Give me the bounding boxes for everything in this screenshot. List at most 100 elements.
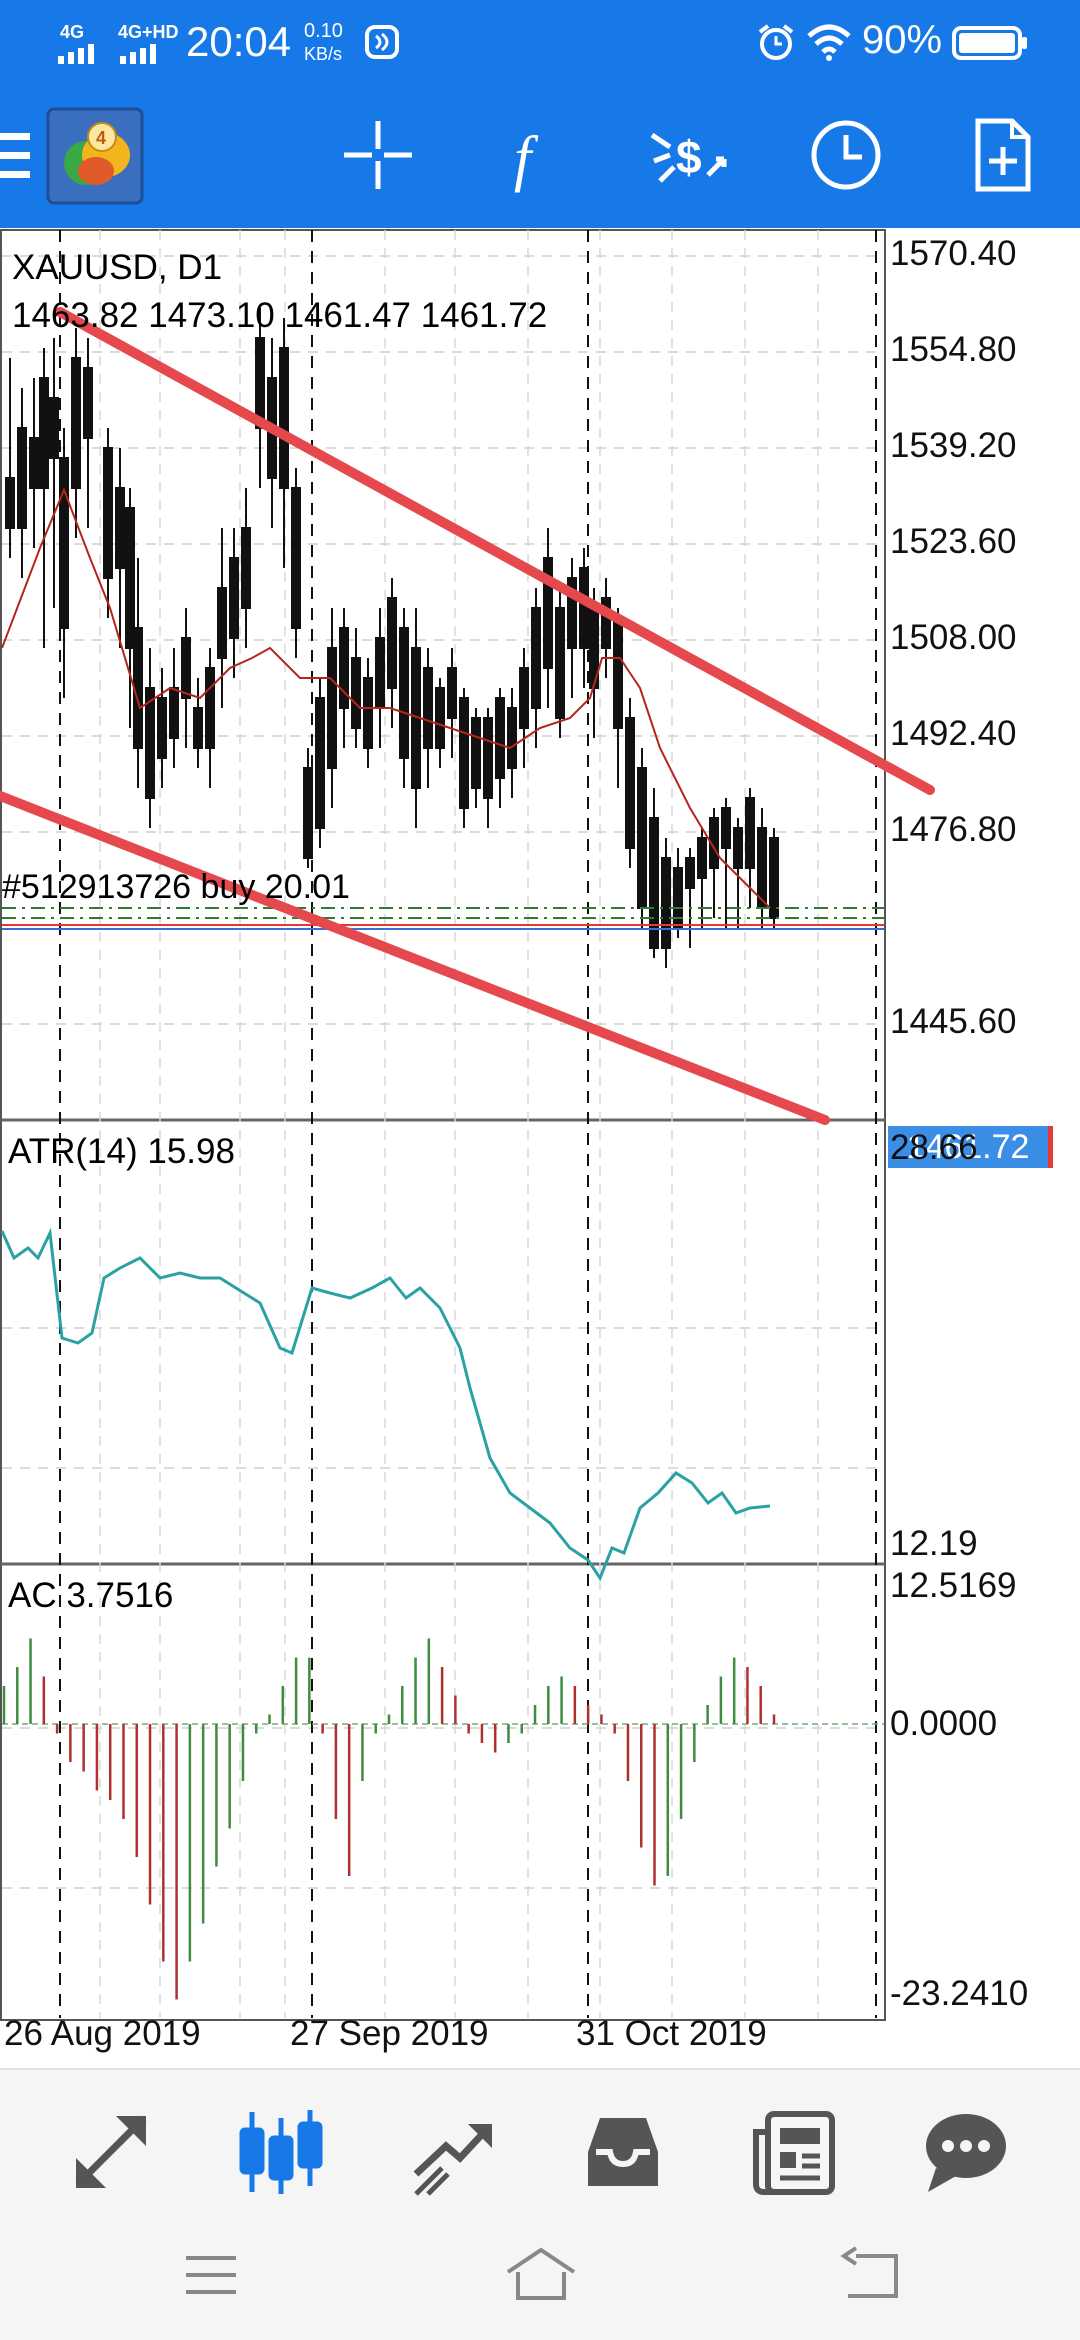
alarm-icon <box>758 24 794 60</box>
menu-icon <box>0 133 30 178</box>
svg-text:f: f <box>514 125 539 193</box>
toolbar: 4 f $ <box>0 95 1080 215</box>
svg-text:$: $ <box>676 131 702 183</box>
new-order-button[interactable] <box>952 105 1052 205</box>
candle-body <box>315 697 325 829</box>
candle-body <box>483 717 493 799</box>
candle-body <box>507 707 517 769</box>
symbol-timeframe-label: XAUUSD, D1 <box>12 248 223 287</box>
price-axis-label: 1492.40 <box>890 714 1017 753</box>
candle-body <box>351 657 361 729</box>
back-button[interactable] <box>826 2240 916 2310</box>
ac-axis-label: -23.2410 <box>890 1974 1029 2013</box>
atr-axis-label: 12.19 <box>890 1524 978 1563</box>
candle-body <box>125 507 135 649</box>
candle-body <box>327 647 337 769</box>
signal-icon <box>58 44 156 64</box>
ohlc-label: 1463.82 1473.10 1461.47 1461.72 <box>12 296 548 335</box>
candle-body <box>579 567 589 649</box>
date-axis-label: 27 Sep 2019 <box>290 2014 489 2053</box>
candle-body <box>423 667 433 749</box>
candle-body <box>241 527 251 609</box>
candle-body <box>625 717 635 849</box>
battery-icon <box>952 26 1027 60</box>
price-axis-label: 1570.40 <box>890 234 1017 273</box>
candle-body <box>205 667 215 749</box>
home-icon <box>506 2247 576 2300</box>
nfc-icon <box>365 25 399 59</box>
candle-body <box>83 367 93 439</box>
candle-body <box>519 667 529 729</box>
recent-apps-button[interactable] <box>166 2240 256 2310</box>
ac-axis-label: 0.0000 <box>890 1704 998 1743</box>
crosshair-button[interactable] <box>328 105 428 205</box>
status-bar: 4G 4G+HD 20:04 0.10 KB/s 90% <box>0 0 1080 88</box>
candle-body <box>303 767 313 859</box>
ac-axis-label: 12.5169 <box>890 1566 1017 1605</box>
price-axis-label: 1476.80 <box>890 810 1017 849</box>
candle-body <box>459 697 469 809</box>
nav-history[interactable] <box>568 2102 678 2202</box>
network-label-2: 4G+HD <box>118 22 179 42</box>
home-button[interactable] <box>496 2240 586 2310</box>
nav-trade[interactable] <box>398 2102 508 2202</box>
quotes-icon <box>75 2115 147 2188</box>
net-speed-value: 0.10 <box>304 20 343 42</box>
candle-body <box>17 427 27 529</box>
nav-news[interactable] <box>740 2102 850 2202</box>
price-axis-label: 1523.60 <box>890 522 1017 561</box>
indicators-button[interactable]: f <box>482 105 582 205</box>
candle-body <box>229 557 239 639</box>
order-label: #512913726 buy 20.01 <box>2 868 350 906</box>
candle-body <box>217 587 227 659</box>
atr-label: ATR(14) 15.98 <box>8 1132 235 1171</box>
candle-body <box>49 397 59 459</box>
chart-icon <box>239 2110 323 2194</box>
chart-area[interactable]: XAUUSD, D1 1463.82 1473.10 1461.47 1461.… <box>0 228 1080 2068</box>
date-axis-label: 31 Oct 2019 <box>576 2014 767 2053</box>
battery-percent: 90% <box>862 18 943 62</box>
candle-body <box>157 697 167 759</box>
price-axis-label: 1508.00 <box>890 618 1017 657</box>
crosshair-icon <box>344 121 412 189</box>
timeframe-clock-icon <box>811 120 881 190</box>
atr-axis-label: 28.66 <box>890 1128 978 1167</box>
app-root: 4G 4G+HD 20:04 0.10 KB/s 90% 4 f $ XAUUS… <box>0 0 1080 2340</box>
timeframe-button[interactable] <box>796 105 896 205</box>
candle-body <box>685 857 695 889</box>
svg-text:4: 4 <box>96 128 106 148</box>
recent-apps-icon <box>186 2256 236 2294</box>
objects-icon: $ <box>650 131 727 183</box>
candle-body <box>721 807 731 849</box>
candle-body <box>181 637 191 699</box>
nav-messages[interactable] <box>910 2102 1020 2202</box>
messages-icon <box>926 2114 1006 2192</box>
objects-button[interactable]: $ <box>640 105 740 205</box>
price-axis-label: 1445.60 <box>890 1002 1017 1041</box>
bottom-navigation <box>0 2068 1080 2340</box>
candle-body <box>291 487 301 629</box>
atr-line <box>0 1227 771 1582</box>
candle-body <box>5 477 15 529</box>
candle-body <box>745 797 755 869</box>
candle-body <box>697 837 707 879</box>
candle-body <box>531 607 541 709</box>
wifi-icon <box>807 24 851 61</box>
candle-body <box>555 607 565 719</box>
clock-time: 20:04 <box>186 18 292 65</box>
candle-body <box>133 627 143 749</box>
candle-body <box>435 687 445 749</box>
nav-quotes[interactable] <box>56 2102 166 2202</box>
nav-chart[interactable] <box>226 2102 336 2202</box>
app-logo-button[interactable]: 4 <box>46 107 144 205</box>
candle-body <box>495 697 505 779</box>
menu-button[interactable] <box>0 105 38 205</box>
candle-body <box>145 687 155 799</box>
candle-body <box>447 667 457 719</box>
ac-histogram <box>2 1638 776 2000</box>
net-speed-unit: KB/s <box>304 44 343 64</box>
network-label-1: 4G <box>60 22 85 42</box>
candle-body <box>733 827 743 869</box>
candle-body <box>637 767 647 909</box>
candle-body <box>59 457 69 629</box>
